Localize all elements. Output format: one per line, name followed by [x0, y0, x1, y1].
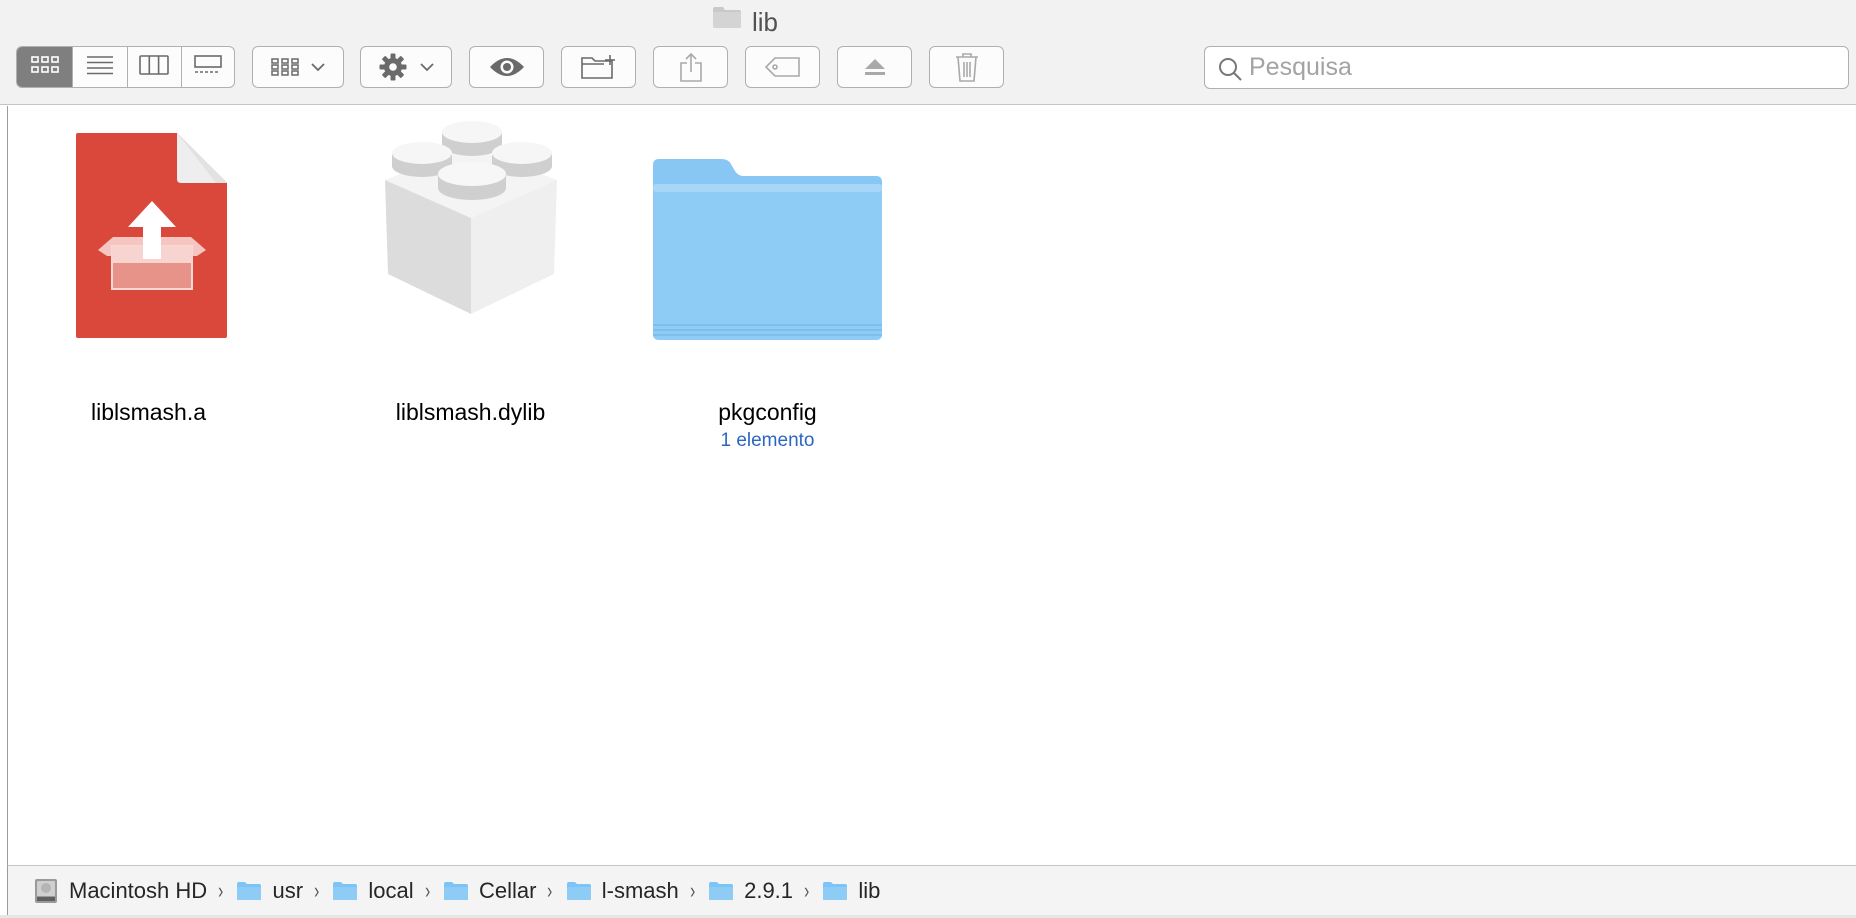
- item-count: 1 elemento: [720, 430, 815, 451]
- path-item-label: lib: [858, 877, 881, 903]
- path-bar: Macintosh HD › usr › local › Cellar › l-…: [7, 865, 1856, 915]
- group-by-button[interactable]: [252, 46, 344, 88]
- path-separator: ›: [804, 877, 810, 903]
- search-field[interactable]: [1204, 46, 1849, 89]
- file-name: liblsmash.dylib: [395, 399, 546, 425]
- trash-icon: [955, 52, 979, 82]
- path-separator: ›: [689, 877, 695, 903]
- path-item-usr[interactable]: usr: [236, 878, 303, 904]
- gallery-view-button[interactable]: [182, 47, 235, 87]
- folder-icon: [443, 881, 469, 901]
- folder-icon: [708, 881, 734, 901]
- eject-button[interactable]: [837, 46, 912, 88]
- finder-window: lib Pesquisa liblsmash.a liblsmash.dylib…: [0, 0, 1856, 918]
- file-item-pkgconfig[interactable]: pkgconfig 1 elemento: [650, 106, 885, 451]
- icon-view-button[interactable]: [17, 47, 74, 87]
- folder-icon: [566, 881, 592, 901]
- icon-view-icon: [30, 55, 59, 79]
- quick-look-button[interactable]: [469, 46, 544, 88]
- list-view-button[interactable]: [73, 47, 128, 87]
- view-mode-control: [16, 46, 235, 88]
- window-title-text: lib: [751, 7, 778, 38]
- share-button[interactable]: [653, 46, 728, 88]
- path-item-label: l-smash: [601, 877, 679, 903]
- column-view-icon: [139, 54, 170, 80]
- path-item-l-smash[interactable]: l-smash: [566, 878, 679, 904]
- folder-icon: [712, 3, 742, 37]
- tag-icon: [764, 56, 802, 78]
- folder-icon: [236, 881, 262, 901]
- path-item-label: usr: [272, 877, 304, 903]
- list-view-icon: [86, 55, 114, 80]
- path-item-lib[interactable]: lib: [822, 878, 880, 904]
- path-separator: ›: [547, 877, 553, 903]
- chevron-down-icon: [311, 62, 325, 72]
- path-item-label: Macintosh HD: [69, 877, 208, 903]
- search-input[interactable]: [1249, 47, 1829, 88]
- new-folder-icon: [580, 54, 617, 80]
- archive-file-icon: [76, 133, 227, 343]
- path-separator: ›: [218, 877, 224, 903]
- path-item-macintosh-hd[interactable]: Macintosh HD: [33, 878, 207, 904]
- search-icon: [1217, 56, 1243, 87]
- path-separator: ›: [424, 877, 430, 903]
- library-lego-icon: [358, 118, 583, 323]
- gear-icon: [378, 52, 408, 82]
- path-item-local[interactable]: local: [332, 877, 414, 904]
- toolbar: lib: [0, 0, 1856, 105]
- path-item-label: local: [368, 877, 414, 903]
- column-view-button[interactable]: [128, 47, 182, 87]
- file-name: liblsmash.a: [90, 399, 207, 425]
- trash-button[interactable]: [929, 46, 1004, 88]
- path-item-2-9-1[interactable]: 2.9.1: [708, 878, 793, 904]
- group-grid-icon: [271, 58, 299, 76]
- chevron-down-icon: [420, 62, 434, 72]
- path-item-label: 2.9.1: [744, 877, 794, 903]
- path-separator: ›: [314, 877, 320, 903]
- file-grid: liblsmash.a liblsmash.dylib pkgconfig 1 …: [7, 106, 1856, 865]
- gallery-view-icon: [193, 54, 222, 80]
- folder-icon: [822, 881, 848, 901]
- eject-icon: [863, 56, 887, 78]
- action-button[interactable]: [360, 46, 452, 88]
- tags-button[interactable]: [745, 46, 820, 88]
- hard-drive-icon: [33, 878, 59, 904]
- window-title: lib: [0, 3, 1490, 39]
- path-item-cellar[interactable]: Cellar: [443, 878, 536, 904]
- file-name: pkgconfig: [718, 399, 817, 425]
- file-item-liblsmash-dylib[interactable]: liblsmash.dylib: [358, 106, 583, 425]
- new-folder-button[interactable]: [561, 46, 636, 88]
- file-item-liblsmash-a[interactable]: liblsmash.a: [59, 106, 238, 425]
- eye-icon: [488, 56, 526, 78]
- folder-icon: [650, 159, 885, 349]
- share-icon: [679, 52, 703, 82]
- folder-icon: [332, 881, 358, 901]
- path-item-label: Cellar: [478, 877, 537, 903]
